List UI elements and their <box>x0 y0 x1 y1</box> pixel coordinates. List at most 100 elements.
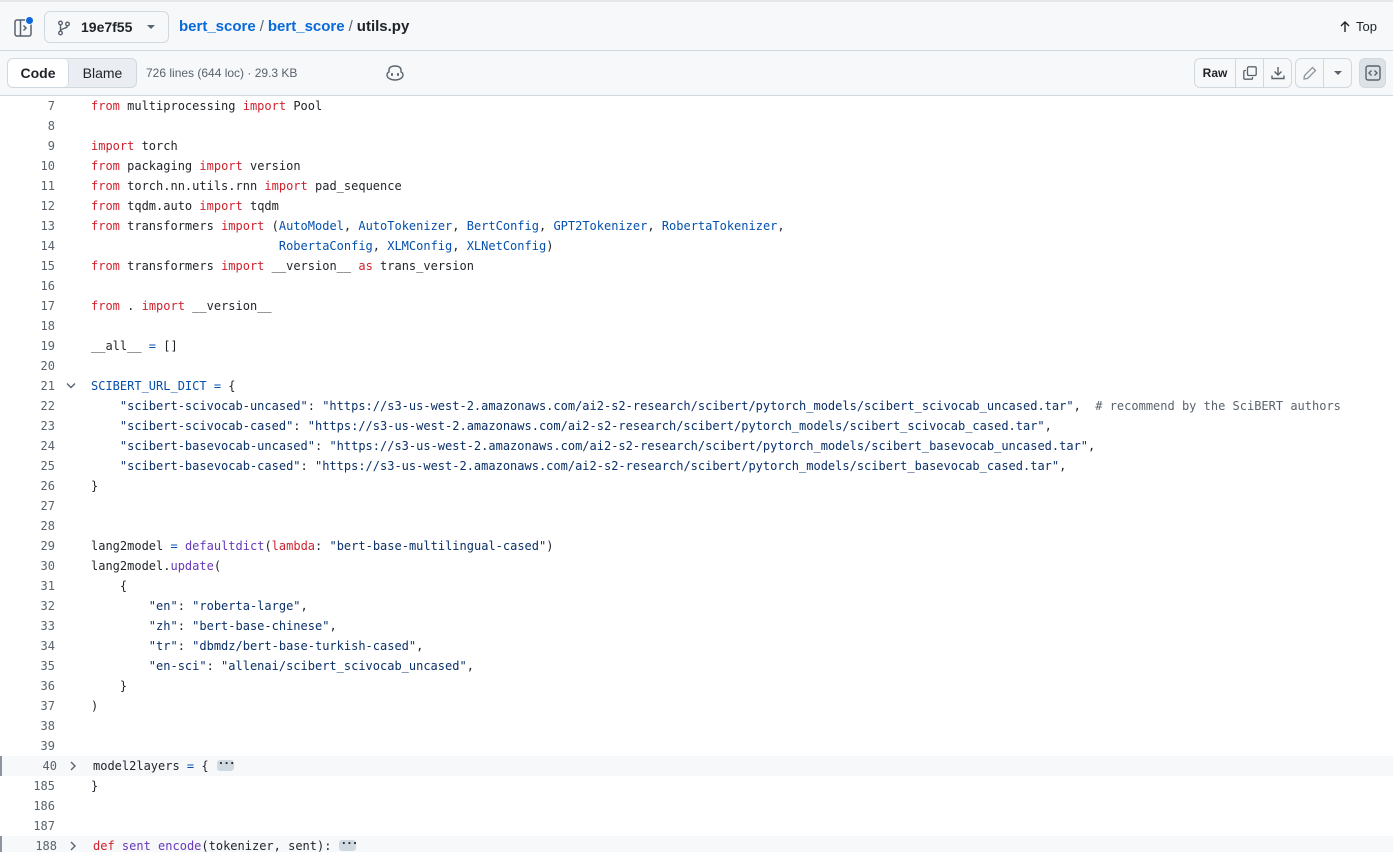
code-token: transformers <box>119 219 222 233</box>
code-token: [] <box>156 339 178 353</box>
line-number[interactable]: 40 <box>2 756 57 776</box>
code-token: : <box>177 599 193 613</box>
code-line: 18 <box>0 316 1393 336</box>
line-number[interactable]: 8 <box>0 116 55 136</box>
code-token: : <box>293 419 308 433</box>
code-token: import <box>264 179 308 193</box>
line-number[interactable]: 17 <box>0 296 55 316</box>
line-number[interactable]: 34 <box>0 636 55 656</box>
line-number[interactable]: 35 <box>0 656 55 676</box>
code-token: ) <box>546 539 554 553</box>
code-token: "https://s3-us-west-2.amazonaws.com/ai2-… <box>314 459 1060 473</box>
edit-options-dropdown[interactable] <box>1324 59 1351 87</box>
code-line: 40 model2layers = { <box>0 754 1393 776</box>
line-number[interactable]: 187 <box>0 816 55 836</box>
line-number[interactable]: 22 <box>0 396 55 416</box>
code-view[interactable]: 7 from multiprocessing import Pool 8 9 impor… <box>0 96 1393 852</box>
code-token: ( <box>264 539 272 553</box>
line-number[interactable]: 29 <box>0 536 55 556</box>
code-line: 27 <box>0 496 1393 516</box>
code-token: , <box>647 219 662 233</box>
code-token: sent_encode <box>121 839 202 852</box>
code-square-icon <box>1364 65 1381 81</box>
line-number[interactable]: 37 <box>0 696 55 716</box>
copilot-icon[interactable] <box>386 65 404 86</box>
back-to-top-button[interactable]: Top <box>1340 19 1377 34</box>
symbols-panel-button[interactable] <box>1359 58 1386 88</box>
chevron-right-icon[interactable] <box>66 760 80 772</box>
expand-collapsed-code-button[interactable] <box>216 754 234 774</box>
line-number[interactable]: 13 <box>0 216 55 236</box>
code-token: { <box>194 759 209 773</box>
line-number[interactable]: 32 <box>0 596 55 616</box>
line-number[interactable]: 16 <box>0 276 55 296</box>
code-token: : <box>314 439 330 453</box>
copy-raw-button[interactable] <box>1236 59 1264 87</box>
code-token: : <box>307 399 323 413</box>
code-token: "en-sci" <box>148 659 207 673</box>
code-token: lang2model. <box>91 559 171 573</box>
code-line: 9 import torch <box>0 136 1393 156</box>
code-token: : <box>177 639 193 653</box>
tab-code[interactable]: Code <box>8 59 69 87</box>
tab-blame[interactable]: Blame <box>69 59 136 87</box>
line-number[interactable]: 26 <box>0 476 55 496</box>
line-number[interactable]: 39 <box>0 736 55 756</box>
code-token: "zh" <box>148 619 178 633</box>
line-number[interactable]: 36 <box>0 676 55 696</box>
code-token: "bert-base-multilingual-cased" <box>329 539 547 553</box>
code-token: , <box>343 219 359 233</box>
chevron-down-icon[interactable] <box>64 380 78 392</box>
code-text: from . import __version__ <box>91 296 272 316</box>
line-number[interactable]: 14 <box>0 236 55 256</box>
line-number[interactable]: 9 <box>0 136 55 156</box>
edit-file-button[interactable] <box>1296 59 1324 87</box>
line-number[interactable]: 186 <box>0 796 55 816</box>
line-number[interactable]: 19 <box>0 336 55 356</box>
line-number[interactable]: 27 <box>0 496 55 516</box>
chevron-right-icon[interactable] <box>66 840 80 852</box>
line-number[interactable]: 25 <box>0 456 55 476</box>
code-token: = <box>170 539 178 553</box>
code-token: torch <box>134 139 178 153</box>
code-text: "scibert-scivocab-uncased": "https://s3-… <box>91 396 1341 416</box>
line-number[interactable]: 7 <box>0 96 55 116</box>
line-number[interactable]: 30 <box>0 556 55 576</box>
line-number[interactable]: 23 <box>0 416 55 436</box>
code-text: "scibert-basevocab-cased": "https://s3-u… <box>91 456 1066 476</box>
sidebar-expand-icon[interactable] <box>12 16 34 38</box>
branch-selector-button[interactable]: 19e7f55 <box>44 11 169 43</box>
line-number[interactable]: 10 <box>0 156 55 176</box>
code-token: RobertaTokenizer <box>661 219 778 233</box>
code-text: "zh": "bert-base-chinese", <box>91 616 337 636</box>
line-number[interactable]: 38 <box>0 716 55 736</box>
code-token: from <box>91 179 120 193</box>
git-branch-icon <box>58 20 70 36</box>
expand-collapsed-code-button[interactable] <box>339 834 357 852</box>
line-number[interactable]: 24 <box>0 436 55 456</box>
line-number[interactable]: 18 <box>0 316 55 336</box>
code-line: 36 } <box>0 676 1393 696</box>
line-number[interactable]: 12 <box>0 196 55 216</box>
line-number[interactable]: 11 <box>0 176 55 196</box>
code-token: , <box>1044 419 1052 433</box>
line-number[interactable]: 21 <box>0 376 55 396</box>
breadcrumb-folder-link[interactable]: bert_score <box>268 18 345 35</box>
raw-button[interactable]: Raw <box>1195 59 1236 87</box>
line-number[interactable]: 33 <box>0 616 55 636</box>
breadcrumb-repo-link[interactable]: bert_score <box>179 18 256 35</box>
code-text: } <box>91 476 98 496</box>
line-number[interactable]: 188 <box>2 836 57 852</box>
line-number[interactable]: 31 <box>0 576 55 596</box>
line-number[interactable]: 28 <box>0 516 55 536</box>
code-token: "roberta-large" <box>192 599 301 613</box>
line-number[interactable]: 185 <box>0 776 55 796</box>
line-number[interactable]: 20 <box>0 356 55 376</box>
code-text: from multiprocessing import Pool <box>91 96 322 116</box>
code-line: 37) <box>0 696 1393 716</box>
download-button[interactable] <box>1264 59 1291 87</box>
line-number[interactable]: 15 <box>0 256 55 276</box>
code-token: packaging <box>119 159 200 173</box>
